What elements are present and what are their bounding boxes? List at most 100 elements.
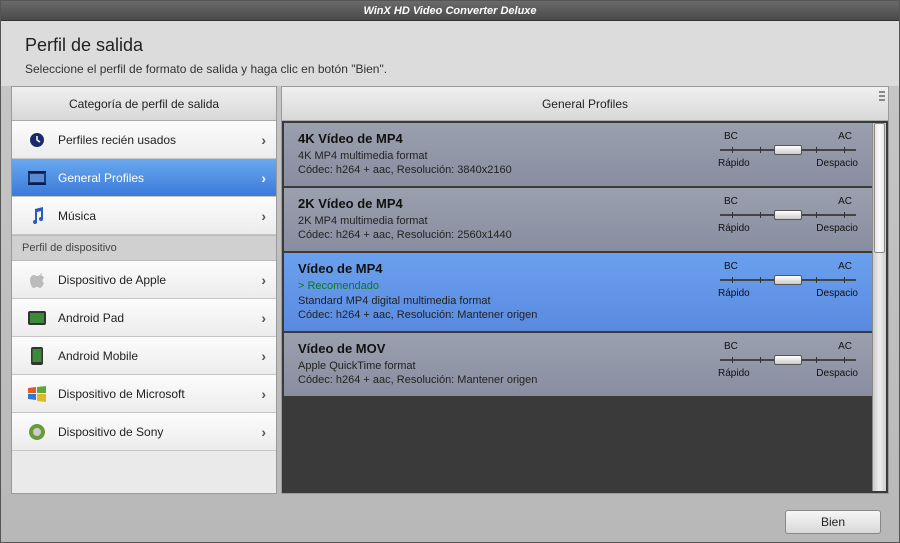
chevron-right-icon: › xyxy=(261,272,266,288)
profile-row[interactable]: Vídeo de MP4 > Recomendado Standard MP4 … xyxy=(284,253,872,331)
profile-info: 2K Vídeo de MP4 2K MP4 multimedia format… xyxy=(298,196,718,241)
profile-row[interactable]: Vídeo de MOV Apple QuickTime format Códe… xyxy=(284,333,872,396)
sidebar-section-label: Perfil de dispositivo xyxy=(12,235,276,261)
profile-panel-header: General Profiles xyxy=(282,87,888,121)
dialog-body: Categoría de perfil de salida Perfiles r… xyxy=(1,86,899,502)
history-icon xyxy=(26,129,48,151)
profile-desc: 2K MP4 multimedia format xyxy=(298,215,718,227)
quality-ac-label: AC xyxy=(838,131,852,142)
recommended-label: > Recomendado xyxy=(298,280,718,292)
quality-ac-label: AC xyxy=(838,341,852,352)
profile-info: Vídeo de MOV Apple QuickTime format Códe… xyxy=(298,341,718,386)
quality-slow-label: Despacio xyxy=(816,158,858,169)
chevron-right-icon: › xyxy=(261,386,266,402)
slider-knob[interactable] xyxy=(774,355,802,365)
scrollbar-thumb[interactable] xyxy=(874,123,885,253)
profile-title: 4K Vídeo de MP4 xyxy=(298,131,718,146)
slider-knob[interactable] xyxy=(774,275,802,285)
apple-icon xyxy=(26,269,48,291)
sidebar-item-music[interactable]: Música › xyxy=(12,197,276,235)
sidebar-item-label: Dispositivo de Sony xyxy=(58,425,261,439)
quality-fast-label: Rápido xyxy=(718,223,750,234)
quality-slow-label: Despacio xyxy=(816,223,858,234)
sidebar-item-label: Dispositivo de Microsoft xyxy=(58,387,261,401)
quality-fast-label: Rápido xyxy=(718,368,750,379)
quality-slider[interactable] xyxy=(718,354,858,366)
quality-control: BC AC Rápido Despacio xyxy=(718,196,858,241)
quality-bc-label: BC xyxy=(724,341,738,352)
sidebar-item-android-pad[interactable]: Android Pad › xyxy=(12,299,276,337)
category-sidebar: Categoría de perfil de salida Perfiles r… xyxy=(11,86,277,494)
quality-slow-label: Despacio xyxy=(816,288,858,299)
windows-icon xyxy=(26,383,48,405)
sidebar-item-sony[interactable]: Dispositivo de Sony › xyxy=(12,413,276,451)
sidebar-item-apple[interactable]: Dispositivo de Apple › xyxy=(12,261,276,299)
titlebar: WinX HD Video Converter Deluxe xyxy=(1,1,899,21)
panel-grip-icon xyxy=(879,91,885,101)
sidebar-item-label: Android Pad xyxy=(58,311,261,325)
quality-control: BC AC Rápido Despacio xyxy=(718,261,858,321)
android-pad-icon xyxy=(26,307,48,329)
profile-desc: 4K MP4 multimedia format xyxy=(298,150,718,162)
film-icon xyxy=(26,167,48,189)
quality-fast-label: Rápido xyxy=(718,158,750,169)
sidebar-header: Categoría de perfil de salida xyxy=(12,87,276,121)
profile-row[interactable]: 2K Vídeo de MP4 2K MP4 multimedia format… xyxy=(284,188,872,251)
sidebar-item-label: General Profiles xyxy=(58,171,261,185)
chevron-right-icon: › xyxy=(261,424,266,440)
profile-desc: Apple QuickTime format xyxy=(298,360,718,372)
slider-knob[interactable] xyxy=(774,210,802,220)
profile-row[interactable]: 4K Vídeo de MP4 4K MP4 multimedia format… xyxy=(284,123,872,186)
profile-title: Vídeo de MOV xyxy=(298,341,718,356)
android-mobile-icon xyxy=(26,345,48,367)
profile-title: Vídeo de MP4 xyxy=(298,261,718,276)
quality-ac-label: AC xyxy=(838,261,852,272)
page-subtitle: Seleccione el perfil de formato de salid… xyxy=(25,62,879,76)
profile-codec: Códec: h264 + aac, Resolución: Mantener … xyxy=(298,309,718,321)
sony-icon xyxy=(26,421,48,443)
sidebar-item-recent[interactable]: Perfiles recién usados › xyxy=(12,121,276,159)
quality-control: BC AC Rápido Despacio xyxy=(718,341,858,386)
chevron-right-icon: › xyxy=(261,208,266,224)
profile-panel: General Profiles 4K Vídeo de MP4 4K MP4 … xyxy=(281,86,889,494)
quality-bc-label: BC xyxy=(724,261,738,272)
quality-slider[interactable] xyxy=(718,274,858,286)
ok-button-label: Bien xyxy=(821,515,845,529)
profile-list: 4K Vídeo de MP4 4K MP4 multimedia format… xyxy=(282,121,888,493)
profile-codec: Códec: h264 + aac, Resolución: Mantener … xyxy=(298,374,718,386)
sidebar-item-microsoft[interactable]: Dispositivo de Microsoft › xyxy=(12,375,276,413)
profile-info: 4K Vídeo de MP4 4K MP4 multimedia format… xyxy=(298,131,718,176)
ok-button[interactable]: Bien xyxy=(785,510,881,534)
profile-title: 2K Vídeo de MP4 xyxy=(298,196,718,211)
sidebar-item-android-mobile[interactable]: Android Mobile › xyxy=(12,337,276,375)
dialog-header: Perfil de salida Seleccione el perfil de… xyxy=(1,21,899,86)
slider-knob[interactable] xyxy=(774,145,802,155)
quality-ac-label: AC xyxy=(838,196,852,207)
quality-fast-label: Rápido xyxy=(718,288,750,299)
sidebar-item-label: Dispositivo de Apple xyxy=(58,273,261,287)
app-title: WinX HD Video Converter Deluxe xyxy=(363,5,536,17)
quality-slider[interactable] xyxy=(718,144,858,156)
chevron-right-icon: › xyxy=(261,310,266,326)
quality-bc-label: BC xyxy=(724,196,738,207)
quality-slider[interactable] xyxy=(718,209,858,221)
music-icon xyxy=(26,205,48,227)
sidebar-item-general[interactable]: General Profiles › xyxy=(12,159,276,197)
profile-codec: Códec: h264 + aac, Resolución: 2560x1440 xyxy=(298,229,718,241)
chevron-right-icon: › xyxy=(261,170,266,186)
quality-slow-label: Despacio xyxy=(816,368,858,379)
sidebar-item-label: Perfiles recién usados xyxy=(58,133,261,147)
chevron-right-icon: › xyxy=(261,348,266,364)
chevron-right-icon: › xyxy=(261,132,266,148)
page-title: Perfil de salida xyxy=(25,35,879,56)
profile-desc: Standard MP4 digital multimedia format xyxy=(298,295,718,307)
app-window: WinX HD Video Converter Deluxe Perfil de… xyxy=(0,0,900,543)
dialog-footer: Bien xyxy=(1,502,899,542)
scrollbar[interactable] xyxy=(872,123,886,491)
quality-bc-label: BC xyxy=(724,131,738,142)
profile-codec: Códec: h264 + aac, Resolución: 3840x2160 xyxy=(298,164,718,176)
quality-control: BC AC Rápido Despacio xyxy=(718,131,858,176)
sidebar-item-label: Android Mobile xyxy=(58,349,261,363)
sidebar-item-label: Música xyxy=(58,209,261,223)
profile-panel-title: General Profiles xyxy=(542,97,628,111)
